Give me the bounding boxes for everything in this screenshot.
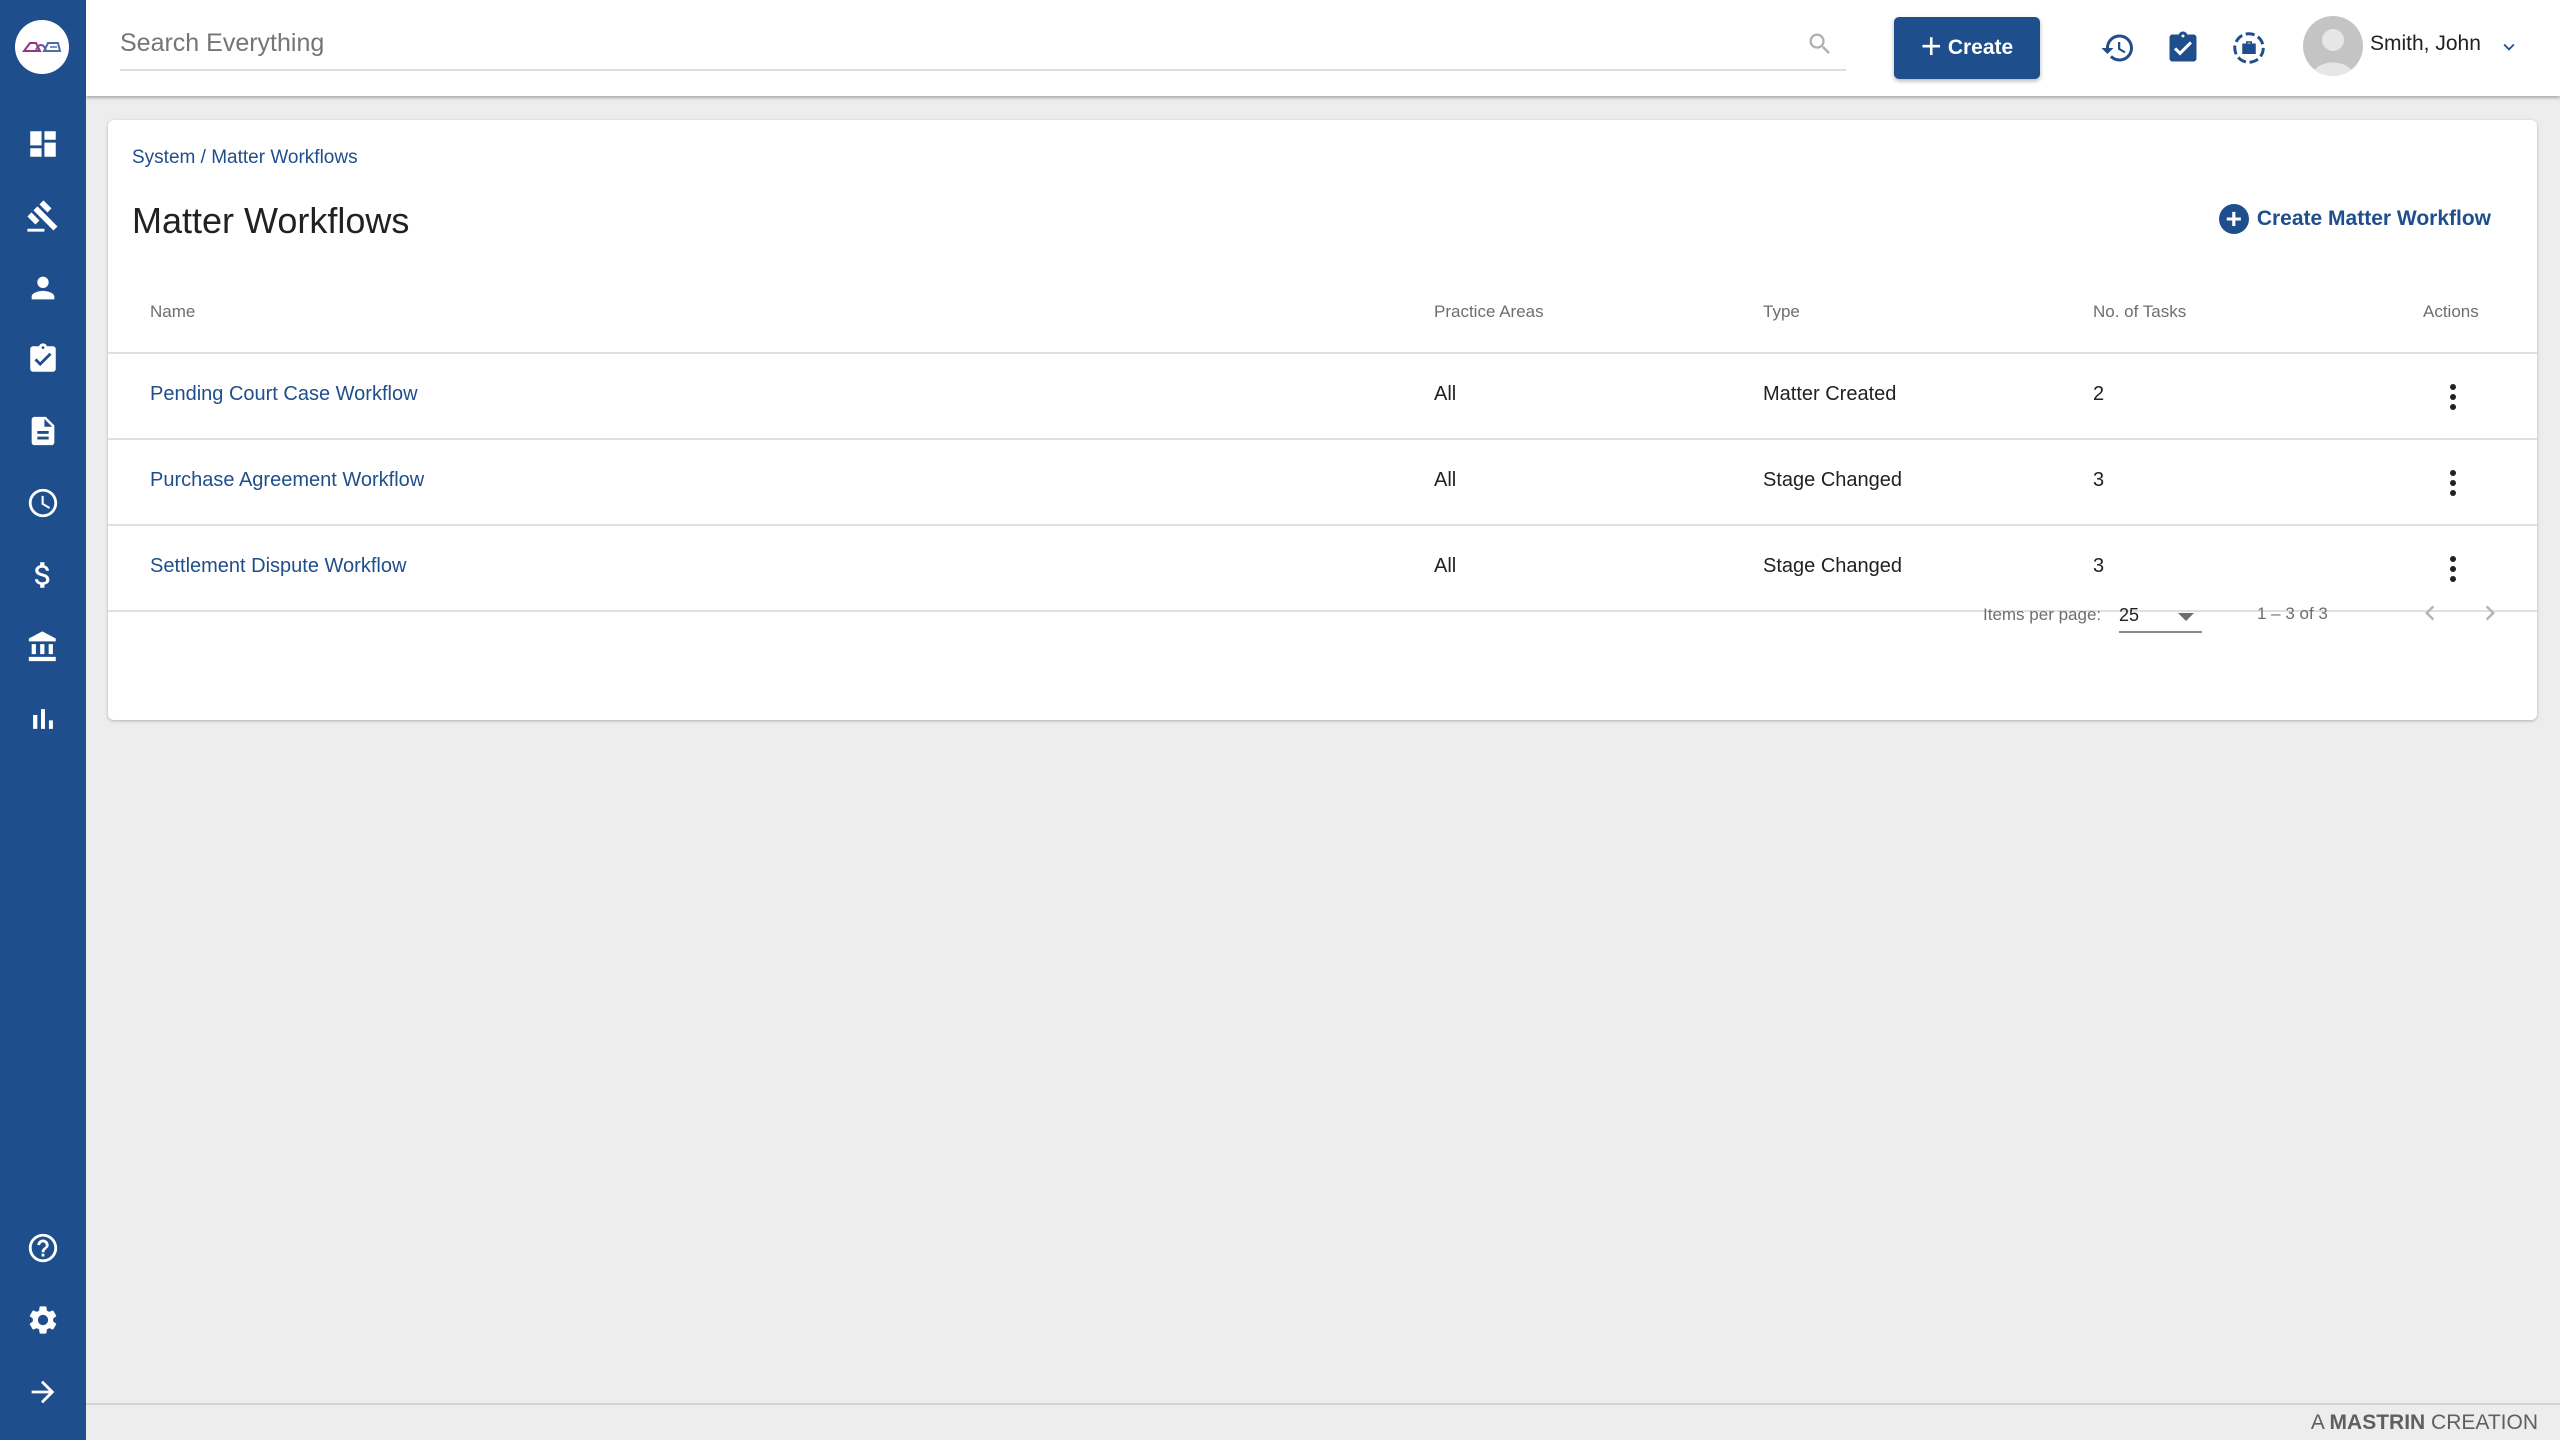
type-cell: Matter Created <box>1763 383 1897 405</box>
table-row[interactable]: Purchase Agreement Workflow All Stage Ch… <box>108 440 2537 526</box>
sidebar-item-billing[interactable] <box>25 557 61 593</box>
table-row[interactable]: Pending Court Case Workflow All Matter C… <box>108 354 2537 440</box>
sidebar-item-contacts[interactable] <box>25 270 61 306</box>
sidebar-item-documents[interactable] <box>25 413 61 449</box>
sidebar-item-tasks[interactable] <box>25 341 61 377</box>
sidebar-item-matters[interactable] <box>25 198 61 234</box>
column-header-name[interactable]: Name <box>150 302 195 322</box>
logo-icon <box>22 42 62 52</box>
items-per-page-value: 25 <box>2119 605 2140 625</box>
workflows-card: System / Matter Workflows Matter Workflo… <box>108 120 2537 720</box>
chevron-down-icon[interactable] <box>2498 36 2520 58</box>
add-circle-icon: + <box>2218 204 2249 234</box>
breadcrumb-separator: / <box>195 147 212 168</box>
search-input[interactable] <box>120 20 1846 66</box>
bar-chart-icon <box>33 709 53 729</box>
breadcrumb-system[interactable]: System <box>132 147 195 168</box>
dropdown-arrow-icon <box>2178 613 2194 621</box>
user-silhouette-icon <box>2313 29 2353 76</box>
previous-page-button[interactable] <box>2410 593 2450 633</box>
create-button-label: Create <box>1947 36 2014 59</box>
tasks-count-cell: 2 <box>2093 383 2105 405</box>
column-header-actions: Actions <box>2423 302 2479 321</box>
sidebar-item-accounts[interactable] <box>25 629 61 665</box>
breadcrumb-current: Matter Workflows <box>211 147 358 168</box>
chevron-right-icon <box>2485 605 2495 621</box>
workflow-name-link[interactable]: Purchase Agreement Workflow <box>150 469 424 492</box>
create-matter-workflow-button[interactable]: + Create Matter Workflow <box>2218 204 2491 234</box>
footer-prefix: A <box>2310 1411 2330 1434</box>
sidebar-item-dashboard[interactable] <box>25 126 61 162</box>
sidebar-item-help[interactable] <box>25 1230 61 1266</box>
gear-icon <box>29 1306 57 1334</box>
type-cell: Stage Changed <box>1763 469 1903 491</box>
search-icon[interactable] <box>1806 30 1834 58</box>
app-logo[interactable] <box>15 20 69 74</box>
person-icon <box>31 276 55 300</box>
sidebar-item-settings[interactable] <box>25 1302 61 1338</box>
tasks-count-cell: 3 <box>2093 469 2105 491</box>
table-header: Name Practice Areas Type No. of Tasks Ac… <box>108 277 2537 354</box>
sidebar <box>0 0 86 1440</box>
dollar-icon <box>34 562 50 588</box>
page-range-label: 1 – 3 of 3 <box>2257 604 2328 623</box>
help-icon <box>28 1233 58 1263</box>
workflows-table: Name Practice Areas Type No. of Tasks Ac… <box>108 277 2537 612</box>
paginator: Items per page: 25 1 – 3 of 3 <box>108 563 2537 653</box>
user-name[interactable]: Smith, John <box>2370 32 2481 56</box>
practice-areas-cell: All <box>1434 383 1457 405</box>
gavel-icon <box>27 200 58 232</box>
dashboard-icon <box>30 131 56 157</box>
history-button[interactable] <box>2098 28 2138 68</box>
column-header-type[interactable]: Type <box>1763 302 1800 322</box>
more-vert-icon[interactable] <box>2438 466 2468 500</box>
create-button[interactable]: + Create <box>1894 17 2040 79</box>
items-per-page-label: Items per page: <box>1983 605 2102 624</box>
avatar[interactable] <box>2303 16 2363 76</box>
document-icon <box>31 416 55 446</box>
practice-areas-cell: All <box>1434 469 1457 491</box>
workflow-name-link[interactable]: Pending Court Case Workflow <box>150 383 418 406</box>
footer-suffix: CREATION <box>2425 1411 2538 1434</box>
search-box <box>120 20 1846 71</box>
footer: A MASTRIN CREATION <box>86 1403 2560 1440</box>
column-header-tasks[interactable]: No. of Tasks <box>2093 302 2186 322</box>
tasks-button[interactable] <box>2163 28 2203 68</box>
tasks-clipboard-icon <box>2169 31 2197 62</box>
page-title: Matter Workflows <box>132 200 410 241</box>
footer-credit: A MASTRIN CREATION <box>2311 1411 2538 1435</box>
footer-brand: MASTRIN <box>2329 1411 2426 1434</box>
sidebar-item-reports[interactable] <box>25 701 61 737</box>
arrow-right-icon <box>31 1380 55 1404</box>
plus-icon: + <box>1920 25 1942 66</box>
timer-button[interactable] <box>2229 28 2269 68</box>
next-page-button[interactable] <box>2470 593 2510 633</box>
more-vert-icon[interactable] <box>2438 380 2468 414</box>
column-header-practice-areas[interactable]: Practice Areas <box>1434 302 1544 322</box>
breadcrumb: System / Matter Workflows <box>132 147 358 169</box>
clock-icon <box>28 488 58 518</box>
briefcase-timer-icon <box>2233 32 2265 64</box>
chevron-left-icon <box>2425 605 2435 621</box>
sidebar-item-expand[interactable] <box>25 1374 61 1410</box>
clipboard-check-icon <box>30 343 56 372</box>
items-per-page-select[interactable]: 25 <box>2119 601 2202 633</box>
create-matter-workflow-label: Create Matter Workflow <box>2256 207 2491 230</box>
top-bar: + Create Smith, John <box>86 0 2560 96</box>
bank-icon <box>28 631 56 662</box>
history-icon <box>2101 34 2133 62</box>
sidebar-item-time[interactable] <box>25 485 61 521</box>
